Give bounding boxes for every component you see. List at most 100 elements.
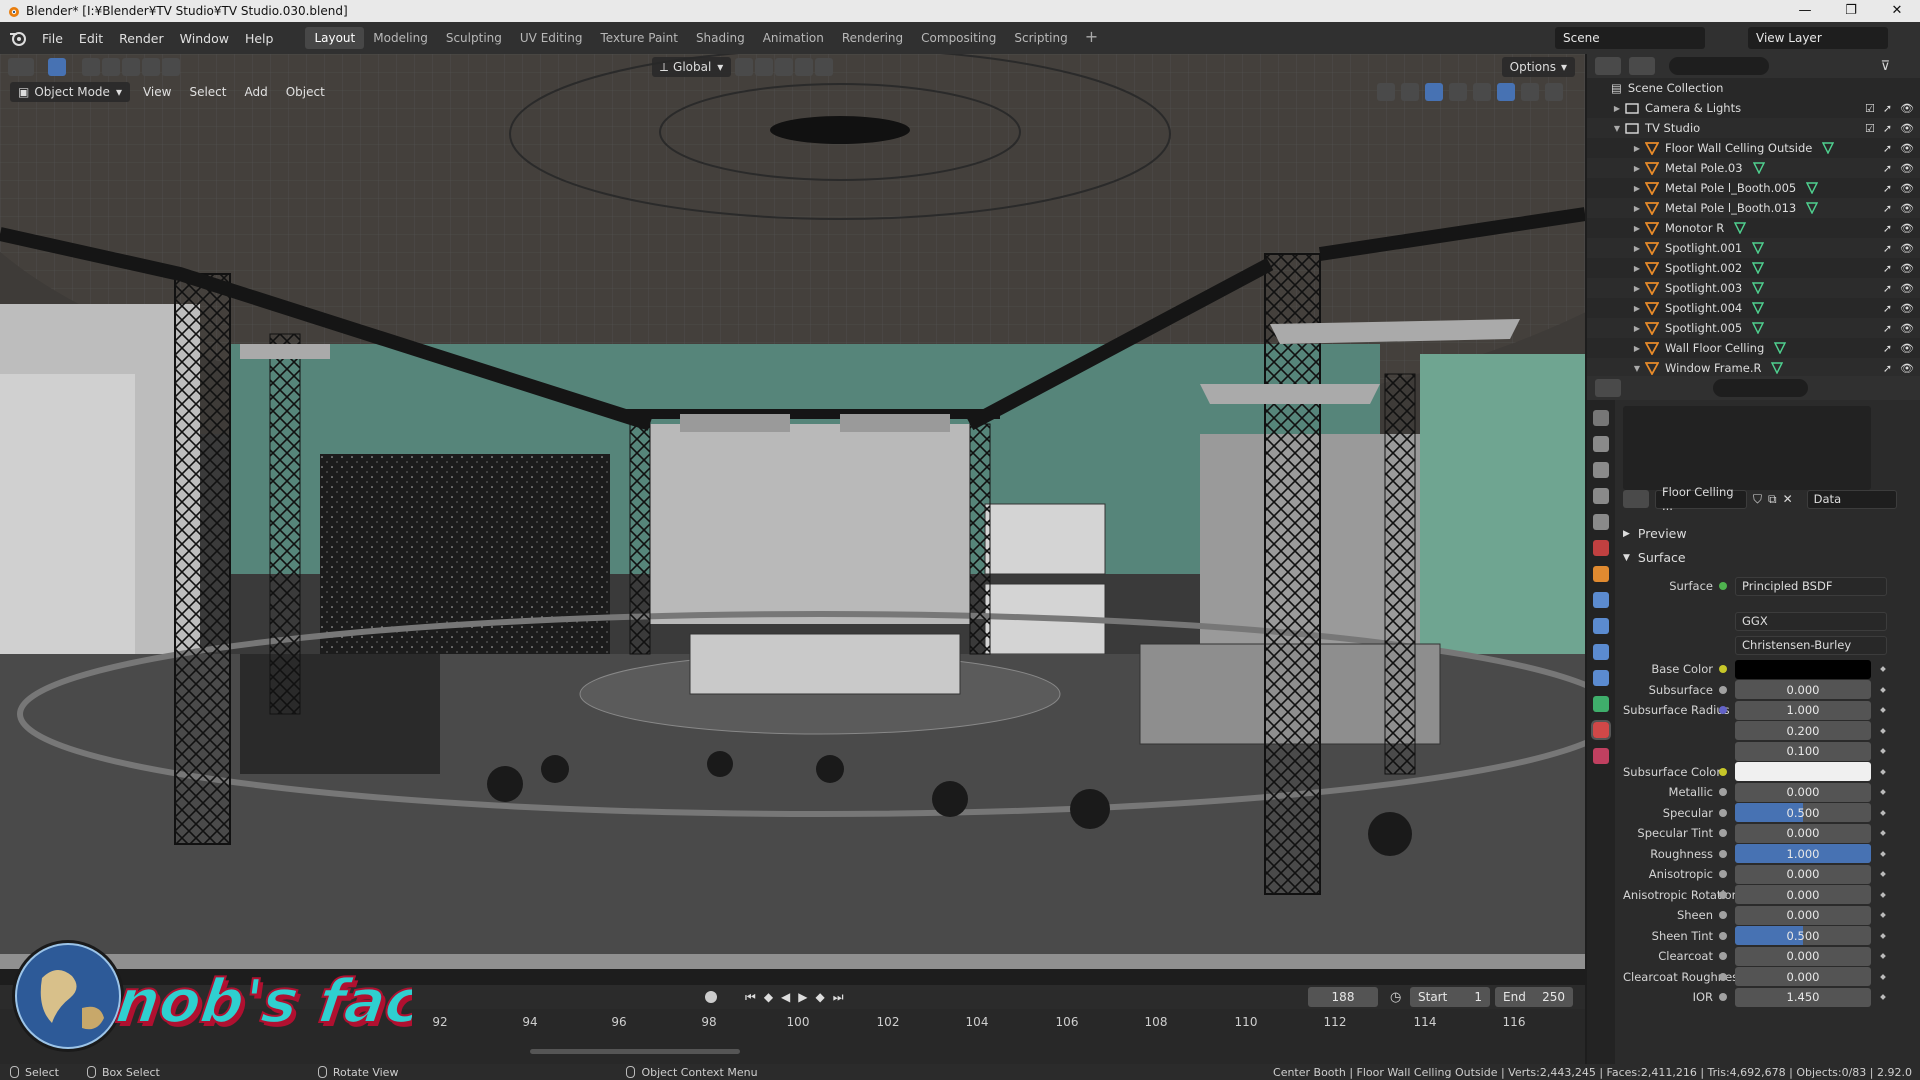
eye-icon[interactable]: 👁 — [1900, 202, 1914, 215]
scene-selector[interactable]: Scene — [1555, 27, 1705, 49]
expand-icon[interactable]: ▶ — [1611, 104, 1623, 113]
output-tab-icon[interactable] — [1593, 462, 1609, 478]
distribution-dropdown[interactable]: GGX — [1735, 611, 1887, 631]
socket-dot-icon[interactable] — [1719, 890, 1727, 899]
tool-tab-icon[interactable] — [1593, 410, 1609, 426]
snap-icon[interactable] — [755, 58, 774, 76]
mesh-data-icon[interactable] — [1734, 222, 1747, 234]
socket-dot-icon[interactable] — [1719, 808, 1727, 817]
tab-modeling[interactable]: Modeling — [364, 27, 437, 49]
selectable-icon[interactable]: ➚ — [1883, 102, 1892, 115]
record-icon[interactable] — [705, 991, 717, 1003]
outliner-item[interactable]: ▶ Camera & Lights ☑ ➚ 👁 — [1587, 98, 1920, 118]
menu-object[interactable]: Object — [277, 85, 334, 99]
scene-tab-icon[interactable] — [1593, 514, 1609, 530]
mesh-data-icon[interactable] — [1806, 202, 1819, 214]
menu-edit[interactable]: Edit — [71, 31, 111, 46]
material-tab-icon[interactable] — [1591, 720, 1611, 740]
menu-view[interactable]: View — [134, 85, 180, 99]
eye-icon[interactable]: 👁 — [1900, 362, 1914, 375]
wireframe-shading-icon[interactable] — [1473, 83, 1491, 101]
outliner-search-input[interactable] — [1669, 57, 1769, 75]
mesh-data-icon[interactable] — [1822, 142, 1835, 154]
expand-icon[interactable]: ▼ — [1611, 124, 1623, 133]
socket-dot-icon[interactable] — [1719, 931, 1727, 940]
select-tool-icon[interactable] — [48, 58, 66, 76]
mesh-data-icon[interactable] — [1752, 282, 1765, 294]
gizmo-icon[interactable] — [1401, 83, 1419, 101]
selectable-icon[interactable]: ➚ — [1883, 322, 1892, 335]
keyframe-icon[interactable] — [1880, 932, 1886, 939]
eye-icon[interactable]: 👁 — [1900, 282, 1914, 295]
preview-panel-header[interactable]: ▶ Preview — [1623, 526, 1687, 541]
selectable-icon[interactable]: ➚ — [1883, 242, 1892, 255]
material-preview-icon[interactable] — [1521, 83, 1539, 101]
selectable-icon[interactable]: ➚ — [1883, 302, 1892, 315]
value-slider[interactable]: 0.000 — [1735, 680, 1871, 699]
modifier-tab-icon[interactable] — [1593, 592, 1609, 608]
select-mode-extend-icon[interactable] — [102, 58, 120, 76]
outliner-item[interactable]: ▶ Spotlight.001 ➚ 👁 — [1587, 238, 1920, 258]
expand-icon[interactable]: ▶ — [1631, 344, 1643, 353]
socket-dot-icon[interactable] — [1719, 767, 1727, 776]
eye-icon[interactable]: 👁 — [1900, 262, 1914, 275]
physics-tab-icon[interactable] — [1593, 644, 1609, 660]
clock-icon[interactable]: ◷ — [1390, 990, 1401, 1005]
material-browse-icon[interactable] — [1623, 490, 1649, 508]
texture-tab-icon[interactable] — [1593, 748, 1609, 764]
eye-icon[interactable]: 👁 — [1900, 322, 1914, 335]
outliner-item[interactable]: ▶ Spotlight.003 ➚ 👁 — [1587, 278, 1920, 298]
outliner-item[interactable]: ▼ Window Frame.R ➚ 👁 — [1587, 358, 1920, 378]
value-slider[interactable]: 0.000 — [1735, 885, 1871, 904]
snap-increment-icon[interactable] — [775, 58, 794, 76]
socket-dot-icon[interactable] — [1719, 706, 1727, 714]
exclude-checkbox-icon[interactable]: ☑ — [1865, 102, 1875, 115]
eye-icon[interactable]: 👁 — [1900, 102, 1914, 115]
expand-icon[interactable]: ▶ — [1631, 324, 1643, 333]
eye-icon[interactable]: 👁 — [1900, 302, 1914, 315]
menu-file[interactable]: File — [34, 31, 71, 46]
pivot-point-icon[interactable] — [735, 58, 754, 76]
keyframe-icon[interactable] — [1880, 891, 1886, 898]
world-tab-icon[interactable] — [1593, 540, 1609, 556]
tab-shading[interactable]: Shading — [687, 27, 754, 49]
socket-dot-icon[interactable] — [1719, 849, 1727, 858]
object-tab-icon[interactable] — [1593, 566, 1609, 582]
eye-icon[interactable]: 👁 — [1900, 122, 1914, 135]
value-slider[interactable]: 0.000 — [1735, 782, 1871, 802]
material-name-field[interactable]: Floor Celling ... — [1655, 485, 1747, 513]
keyframe-icon[interactable] — [1880, 871, 1886, 877]
keyframe-icon[interactable] — [1880, 850, 1886, 857]
keyframe-icon[interactable] — [1880, 748, 1886, 754]
outliner-item[interactable]: ▶ Monotor R ➚ 👁 — [1587, 218, 1920, 238]
3d-viewport[interactable]: ⟂ Global ▾ Options ▾ ▣ Object Mode ▾ Vie… — [0, 54, 1585, 969]
timeline-scrollbar[interactable] — [530, 1049, 740, 1054]
expand-icon[interactable]: ▶ — [1631, 164, 1643, 173]
outliner-item[interactable]: ▼ TV Studio ☑ ➚ 👁 — [1587, 118, 1920, 138]
render-tab-icon[interactable] — [1593, 436, 1609, 452]
tab-texture-paint[interactable]: Texture Paint — [592, 27, 687, 49]
outliner-item[interactable]: ▶ Floor Wall Celling Outside ➚ 👁 — [1587, 138, 1920, 158]
material-slot-list[interactable] — [1623, 406, 1871, 490]
socket-dot-icon[interactable] — [1719, 993, 1727, 1001]
editor-type-icon[interactable] — [8, 58, 34, 76]
options-dropdown[interactable]: Options ▾ — [1501, 57, 1575, 77]
selectable-icon[interactable]: ➚ — [1883, 182, 1892, 195]
outliner-item[interactable]: ▶ Spotlight.002 ➚ 👁 — [1587, 258, 1920, 278]
view-layer-tab-icon[interactable] — [1593, 488, 1609, 504]
keyframe-icon[interactable] — [1880, 707, 1886, 713]
keyframe-icon[interactable] — [1880, 727, 1886, 734]
keyframe-icon[interactable] — [1880, 768, 1886, 775]
keyframe-icon[interactable] — [1880, 830, 1886, 836]
socket-dot-icon[interactable] — [1719, 952, 1727, 960]
start-frame-field[interactable]: Start 1 — [1410, 987, 1490, 1007]
selectable-icon[interactable]: ➚ — [1883, 162, 1892, 175]
jump-start-icon[interactable]: ⏮ — [745, 990, 756, 1005]
keyframe-icon[interactable] — [1880, 686, 1886, 693]
value-slider[interactable]: 0.500 — [1735, 803, 1871, 822]
outliner-item[interactable]: ▶ Spotlight.005 ➚ 👁 — [1587, 318, 1920, 338]
menu-window[interactable]: Window — [172, 31, 237, 46]
expand-icon[interactable]: ▶ — [1631, 244, 1643, 253]
value-slider[interactable]: 0.000 — [1735, 967, 1871, 986]
value-slider[interactable]: 0.200 — [1735, 721, 1871, 740]
